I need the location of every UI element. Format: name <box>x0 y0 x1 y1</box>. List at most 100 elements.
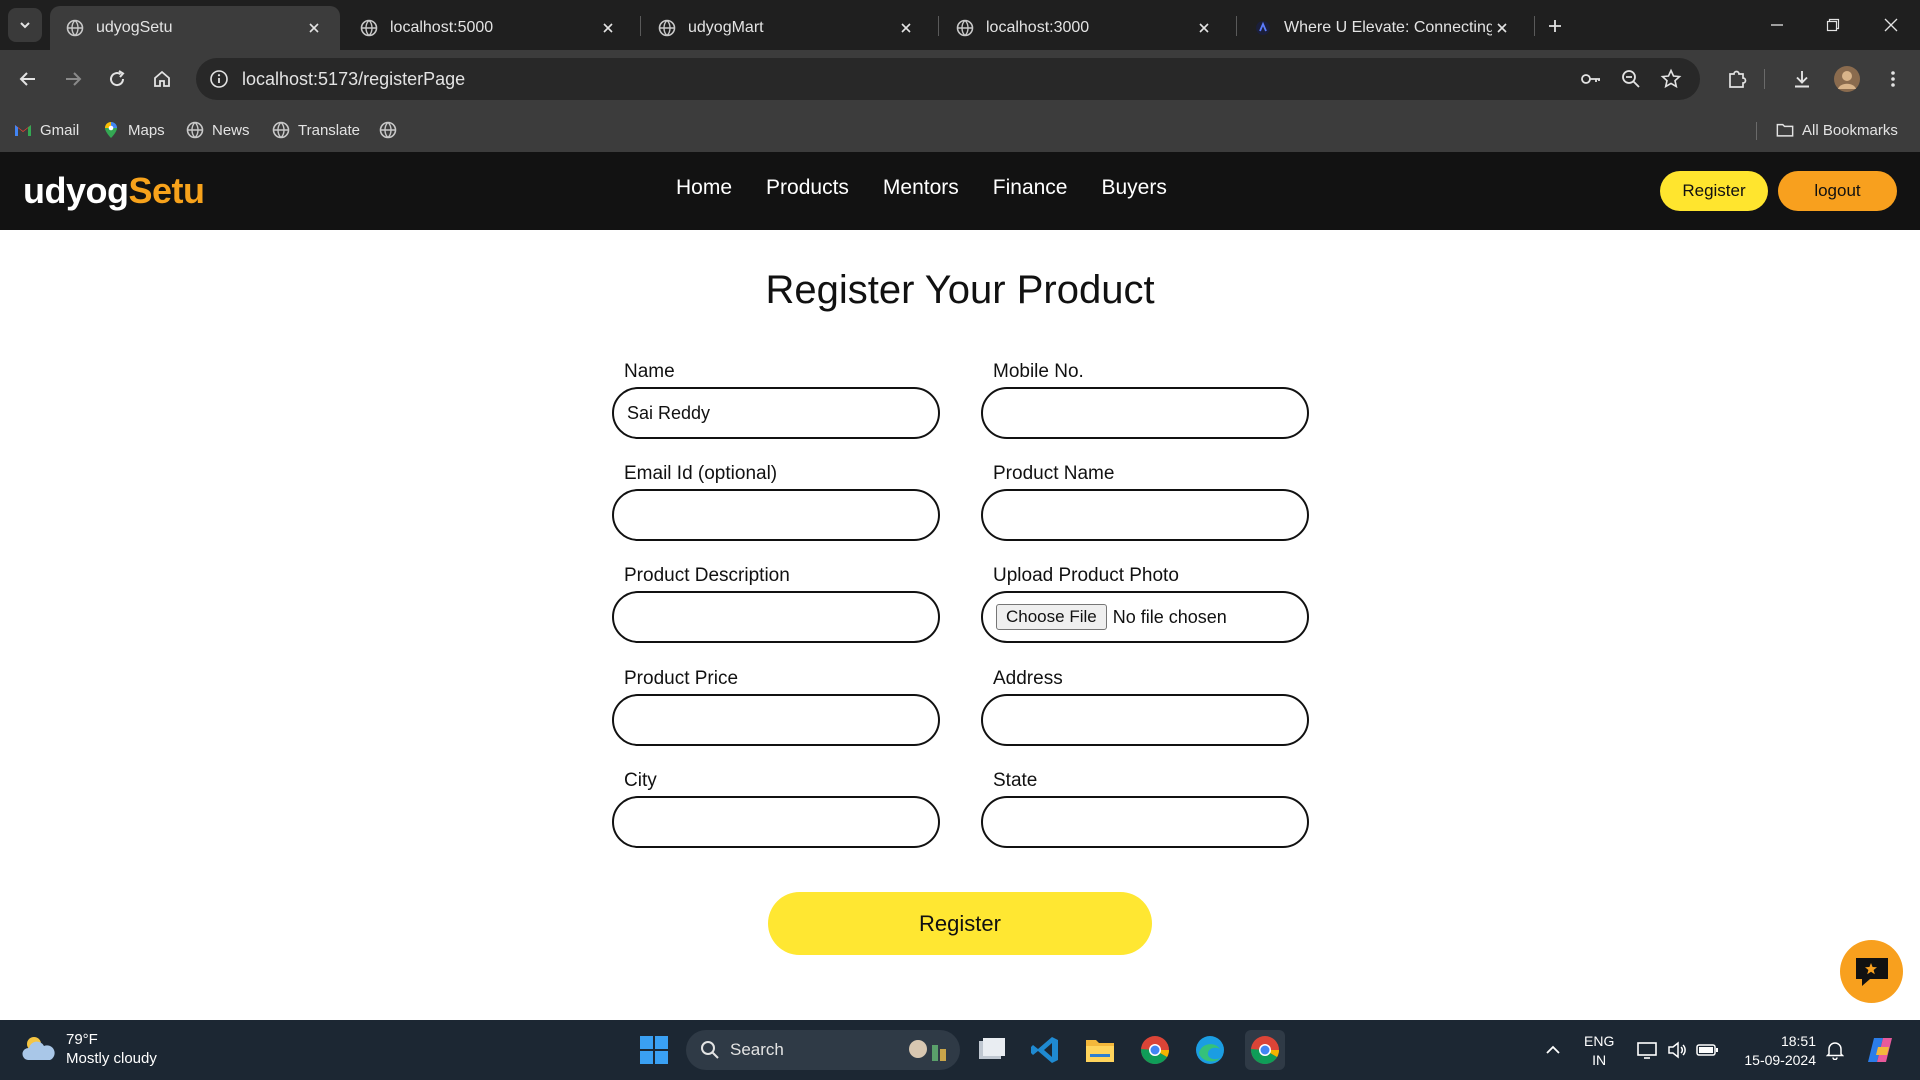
time-text: 18:51 <box>1780 1033 1816 1049</box>
network-icon[interactable] <box>1634 1038 1660 1062</box>
nav-buyers[interactable]: Buyers <box>1101 176 1166 200</box>
windows-logo-icon <box>640 1036 668 1064</box>
file-input[interactable]: Choose File No file chosen <box>981 591 1309 643</box>
product-name-label: Product Name <box>993 463 1115 484</box>
home-button[interactable] <box>147 64 177 94</box>
globe-icon <box>379 121 397 139</box>
notifications-icon[interactable] <box>1822 1038 1848 1062</box>
new-tab-button[interactable] <box>1542 13 1568 39</box>
weather-widget[interactable]: 79°F Mostly cloudy <box>20 1030 157 1068</box>
bookmark-maps[interactable]: Maps <box>102 117 165 143</box>
tab-title: localhost:5000 <box>390 19 494 36</box>
forward-button[interactable] <box>58 64 88 94</box>
close-window-button[interactable] <box>1876 12 1906 38</box>
taskbar-clock[interactable]: 18:51 15-09-2024 <box>1736 1032 1816 1070</box>
nav-home[interactable]: Home <box>676 176 732 200</box>
copilot-icon[interactable] <box>1864 1034 1896 1066</box>
globe-icon <box>360 19 378 37</box>
tab-udyogmart[interactable]: udyogMart <box>642 6 932 50</box>
nav-finance[interactable]: Finance <box>993 176 1068 200</box>
logout-button[interactable]: logout <box>1778 171 1897 211</box>
close-icon[interactable] <box>1194 18 1214 38</box>
password-key-icon[interactable] <box>1578 66 1604 92</box>
edge-taskbar-button[interactable] <box>1190 1030 1230 1070</box>
bookmark-gmail[interactable]: Gmail <box>14 117 79 143</box>
taskbar-search[interactable]: Search <box>686 1030 960 1070</box>
close-icon[interactable] <box>304 18 324 38</box>
chrome-taskbar-button[interactable] <box>1135 1030 1175 1070</box>
chrome-icon <box>1251 1036 1279 1064</box>
battery-icon[interactable] <box>1694 1038 1720 1062</box>
volume-icon[interactable] <box>1664 1038 1690 1062</box>
file-explorer-taskbar-button[interactable] <box>1080 1030 1120 1070</box>
city-input[interactable] <box>612 796 940 848</box>
tab-where-u-elevate[interactable]: Where U Elevate: Connecting ne <box>1238 6 1528 50</box>
bookmark-star-icon[interactable] <box>1658 66 1684 92</box>
name-input[interactable] <box>612 387 940 439</box>
mobile-input[interactable] <box>981 387 1309 439</box>
site-logo[interactable]: udyogSetu <box>23 170 205 212</box>
task-view-button[interactable] <box>972 1030 1012 1070</box>
arrow-left-icon <box>19 72 35 86</box>
header-register-button[interactable]: Register <box>1660 171 1768 211</box>
price-field-group: Product Price <box>612 668 940 746</box>
nav-mentors[interactable]: Mentors <box>883 176 959 200</box>
tab-udyogsetu[interactable]: udyogSetu <box>50 6 340 50</box>
close-icon[interactable] <box>896 18 916 38</box>
browser-menu-button[interactable] <box>1878 64 1908 94</box>
chrome-profile-taskbar-button[interactable] <box>1245 1030 1285 1070</box>
name-label: Name <box>624 361 675 382</box>
chevron-down-icon <box>20 22 30 29</box>
temperature-text: 79°F <box>66 1031 98 1048</box>
site-favicon-icon <box>1256 21 1270 35</box>
email-label: Email Id (optional) <box>624 463 778 484</box>
restore-button[interactable] <box>1818 12 1848 38</box>
all-bookmarks-label: All Bookmarks <box>1802 121 1898 139</box>
downloads-button[interactable] <box>1787 64 1817 94</box>
close-icon <box>1884 18 1898 32</box>
vscode-taskbar-button[interactable] <box>1025 1030 1065 1070</box>
tab-localhost-5000[interactable]: localhost:5000 <box>344 6 634 50</box>
profile-avatar[interactable] <box>1832 64 1862 94</box>
zoom-icon[interactable] <box>1618 66 1644 92</box>
url-text[interactable]: localhost:5173/registerPage <box>242 69 465 90</box>
bookmark-translate[interactable]: Translate <box>272 117 360 143</box>
reload-button[interactable] <box>102 64 132 94</box>
chat-bubble-icon <box>1855 957 1888 986</box>
address-bar[interactable]: localhost:5173/registerPage <box>196 58 1700 100</box>
address-input[interactable] <box>981 694 1309 746</box>
mobile-field-group: Mobile No. <box>981 361 1309 439</box>
all-bookmarks-button[interactable]: All Bookmarks <box>1776 117 1898 143</box>
email-input[interactable] <box>612 489 940 541</box>
bookmark-news[interactable]: News <box>186 117 250 143</box>
start-button[interactable] <box>634 1030 674 1070</box>
show-hidden-icons-button[interactable] <box>1540 1038 1566 1062</box>
logo-accent-text: Setu <box>128 170 205 211</box>
chat-button[interactable] <box>1840 940 1903 1003</box>
tab-separator <box>1534 16 1535 36</box>
nav-products[interactable]: Products <box>766 176 849 200</box>
register-submit-button[interactable]: Register <box>768 892 1152 955</box>
tab-localhost-3000[interactable]: localhost:3000 <box>940 6 1230 50</box>
language-indicator[interactable]: ENG IN <box>1584 1032 1614 1070</box>
globe-icon <box>272 121 290 139</box>
state-input[interactable] <box>981 796 1309 848</box>
chrome-icon <box>1141 1036 1169 1064</box>
site-info-icon[interactable] <box>206 66 232 92</box>
product-name-input[interactable] <box>981 489 1309 541</box>
choose-file-button[interactable]: Choose File <box>996 604 1107 630</box>
price-label: Product Price <box>624 668 739 689</box>
tab-search-button[interactable] <box>8 8 42 42</box>
close-icon[interactable] <box>1492 18 1512 38</box>
back-button[interactable] <box>13 64 43 94</box>
minimize-button[interactable] <box>1762 12 1792 38</box>
globe-icon <box>956 19 974 37</box>
price-input[interactable] <box>612 694 940 746</box>
extensions-button[interactable] <box>1722 64 1752 94</box>
logo-main-text: udyog <box>23 170 129 211</box>
close-icon[interactable] <box>598 18 618 38</box>
folder-icon <box>1776 121 1794 139</box>
description-label: Product Description <box>624 565 790 586</box>
bookmark-unnamed[interactable] <box>379 117 405 143</box>
description-input[interactable] <box>612 591 940 643</box>
